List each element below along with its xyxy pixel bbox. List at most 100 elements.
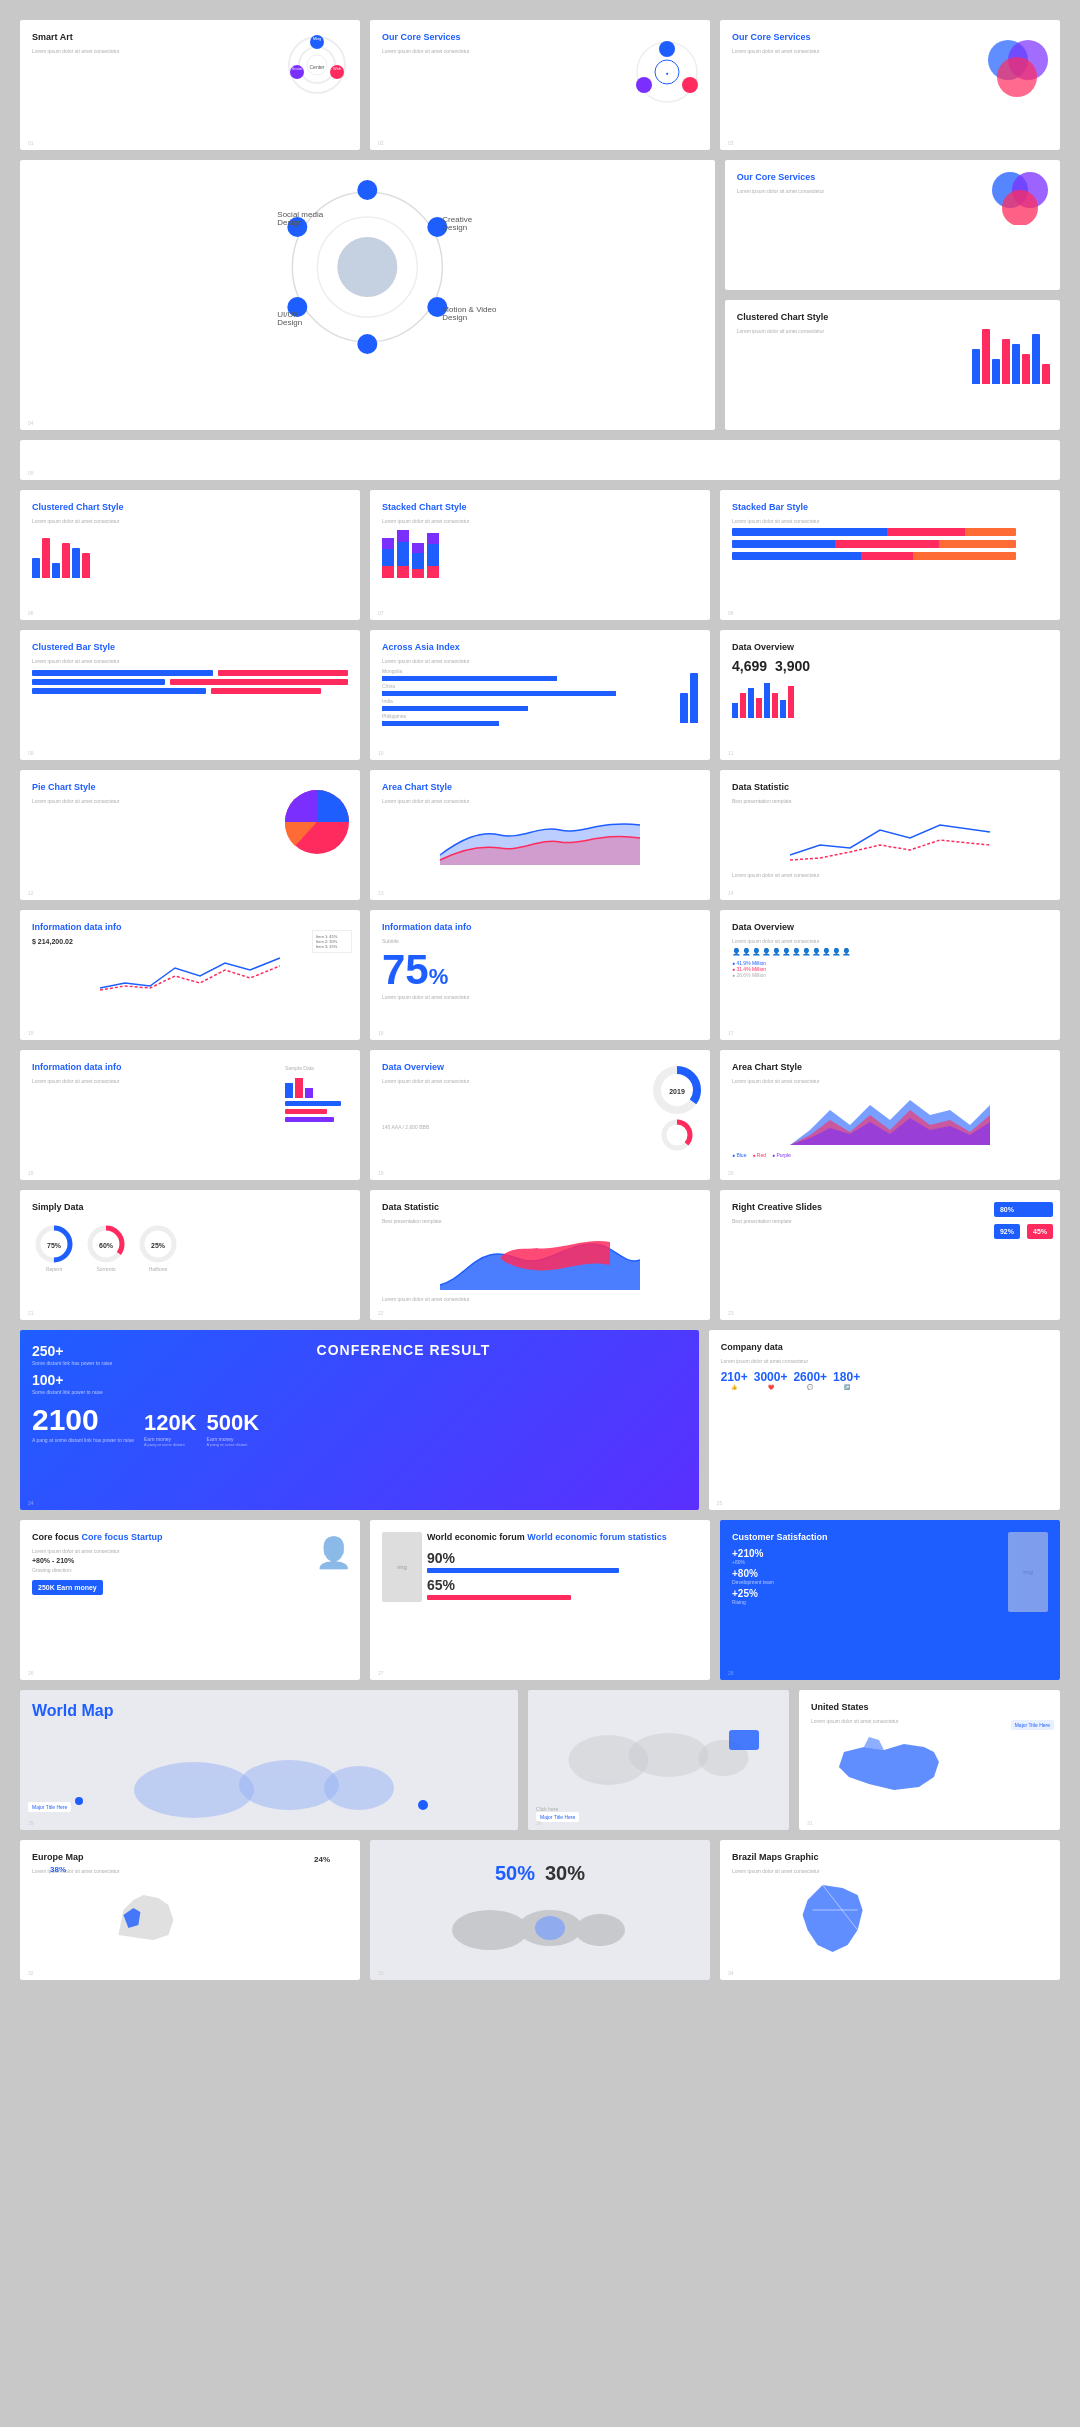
conf-120k-val: 120K — [144, 1410, 197, 1435]
svg-text:Design: Design — [442, 313, 467, 322]
stack-4-top — [427, 533, 439, 544]
svg-point-62 — [575, 1914, 625, 1946]
slide-number-14: 14 — [728, 890, 734, 896]
data-overview-bars — [732, 678, 1048, 718]
cbar-1 — [32, 558, 40, 578]
conference-stats-row: 100+ Some distant link power to raise — [32, 1371, 687, 1395]
asia-vbar-1 — [680, 693, 688, 723]
hcbar-2a — [32, 679, 165, 685]
hcbar-row-2 — [32, 679, 348, 685]
company-stats: 210+ 👍 3000+ ❤️ 2600+ 💬 180+ ↗️ — [721, 1370, 1048, 1390]
data-wave-svg — [382, 1230, 698, 1290]
gauge-60-label: Sorrento — [96, 1266, 115, 1272]
slide-dd-sub: Lorem ipsum dolor sit amet consectetur — [382, 1078, 698, 1084]
slide-number-12: 12 — [28, 890, 34, 896]
slide-core-services-2: Our Core Services Lorem ipsum dolor sit … — [720, 20, 1060, 150]
it-bar-group-1 — [285, 1073, 355, 1098]
slide-world-map-3: 50% 30% 33 — [370, 1840, 710, 1980]
hstack-1-blue — [732, 528, 887, 536]
stack-2 — [397, 530, 409, 578]
stack-2-bot — [397, 566, 409, 578]
dob-6 — [772, 693, 778, 718]
hstack-3 — [732, 552, 1016, 560]
slide-asia-title: Across Asia Index — [382, 642, 698, 654]
slide-stacked-bar-title: Stacked Bar Style — [732, 502, 1048, 514]
slide-number-8: 08 — [728, 610, 734, 616]
row-11: World Map Major Title Here 29 Major Titl… — [20, 1690, 1060, 1830]
slide-clustered-chart-right: Clustered Chart Style Lorem ipsum dolor … — [725, 300, 1060, 430]
cbar-5 — [72, 548, 80, 578]
slide-am-sub: Lorem ipsum dolor sit amet consectetur — [732, 1078, 1048, 1084]
svg-point-12 — [682, 77, 698, 93]
stack-3 — [412, 543, 424, 578]
europe-title: Europe Map — [32, 1852, 348, 1864]
hstack-1-orange — [965, 528, 1017, 536]
europe-pct-2: 24% — [314, 1855, 330, 1864]
conf-main-title: CONFERENCE RESULT — [120, 1342, 686, 1358]
brazil-sub: Lorem ipsum dolor sit amet consectetur — [732, 1868, 1048, 1874]
slide-info-line: Information data info $ 214,200.02 Item … — [20, 910, 360, 1040]
conf-100-num: 100+ — [32, 1372, 64, 1388]
forum-bar-2 — [427, 1595, 571, 1600]
cbar-3 — [52, 563, 60, 578]
asia-bar-4 — [382, 721, 499, 726]
cf-sub-2: Growing direction: — [32, 1567, 348, 1573]
am-legend: ● Blue ● Red ● Purple — [732, 1152, 1048, 1158]
cd-val-4: 180+ — [833, 1370, 860, 1384]
wm3-stat-2: 30% — [545, 1862, 585, 1885]
slide-info-line-title: Information data info — [32, 922, 348, 934]
wm2-label: Major Title Here — [536, 1812, 579, 1822]
conf-num-120k: 120K Earn money A pang at some distant — [144, 1410, 197, 1447]
conf-500k-val: 500K — [207, 1410, 260, 1435]
slide-area-chart: Area Chart Style Lorem ipsum dolor sit a… — [370, 770, 710, 900]
slide-area-body: Lorem ipsum dolor sit amet consectetur — [382, 798, 698, 804]
asia-label-3: India — [382, 698, 674, 704]
row-7: Information data info Lorem ipsum dolor … — [20, 1050, 1060, 1180]
slide-number-7: 07 — [378, 610, 384, 616]
core-services-1-diagram: ● — [630, 35, 705, 110]
slide-right-creative: Right Creative Slides Best presentation … — [720, 1190, 1060, 1320]
row-6: Information data info $ 214,200.02 Item … — [20, 910, 1060, 1040]
stack-2-top — [397, 530, 409, 542]
bar-5 — [1012, 344, 1020, 384]
donut-svg-2 — [660, 1118, 695, 1153]
stack-3-mid — [412, 553, 424, 569]
cust-lbl-1: +80% — [732, 1559, 1003, 1565]
slide-number-22: 22 — [378, 1310, 384, 1316]
hstack-3-red — [861, 552, 913, 560]
dob-1 — [732, 703, 738, 718]
wm2-highlight — [729, 1730, 759, 1750]
it-bars — [285, 1073, 355, 1122]
svg-text:25%: 25% — [151, 1242, 166, 1249]
asia-chart-container: Mongolia China India Philippines — [382, 668, 698, 728]
slide-empty: 05 — [20, 440, 1060, 480]
slide-pie-chart: Pie Chart Style Lorem ipsum dolor sit am… — [20, 770, 360, 900]
slide-number-28: 28 — [728, 1670, 734, 1676]
slide-big-percent: Information data info Subtitle 75 % Lore… — [370, 910, 710, 1040]
stack-2-mid — [397, 542, 409, 566]
asia-vbar — [680, 668, 698, 723]
dob-8 — [788, 686, 794, 718]
wm2-sub: Click here — [536, 1806, 558, 1812]
it-hbar-1 — [285, 1101, 341, 1106]
rc-bottom-boxes: 92% 45% — [992, 1222, 1055, 1241]
slide-venn-overlap: Our Core Services Lorem ipsum dolor sit … — [725, 160, 1060, 290]
simply-data-gauges: 75% Repent 60% Sorrento 25% — [32, 1222, 348, 1274]
hstack-2-orange — [939, 540, 1017, 548]
cd-val-2: 3000+ — [754, 1370, 788, 1384]
data-num-2: 3,900 — [775, 658, 810, 674]
conf-250-label: Some distant link has power to raise — [32, 1360, 112, 1366]
slide-brazil-map: Brazil Maps Graphic Lorem ipsum dolor si… — [720, 1840, 1060, 1980]
hstack-1-red — [887, 528, 965, 536]
person-icons: 👤 👤 👤 👤 👤 👤 👤 👤 👤 👤 👤 👤 — [732, 948, 1048, 956]
cbar-4 — [62, 543, 70, 578]
slide-number-24: 24 — [28, 1500, 34, 1506]
slide-number-18: 18 — [28, 1170, 34, 1176]
cust-lbl-2: Development team — [732, 1579, 1003, 1585]
slide-cd-title: Company data — [721, 1342, 1048, 1354]
conf-big-numbers: 2100 A pang at some distant link has pow… — [32, 1403, 687, 1447]
dob-2 — [740, 693, 746, 718]
conf-stat-250: 250+ Some distant link has power to rais… — [32, 1342, 112, 1366]
rc-box-92: 92% — [994, 1224, 1020, 1239]
slide-number-13: 13 — [378, 890, 384, 896]
